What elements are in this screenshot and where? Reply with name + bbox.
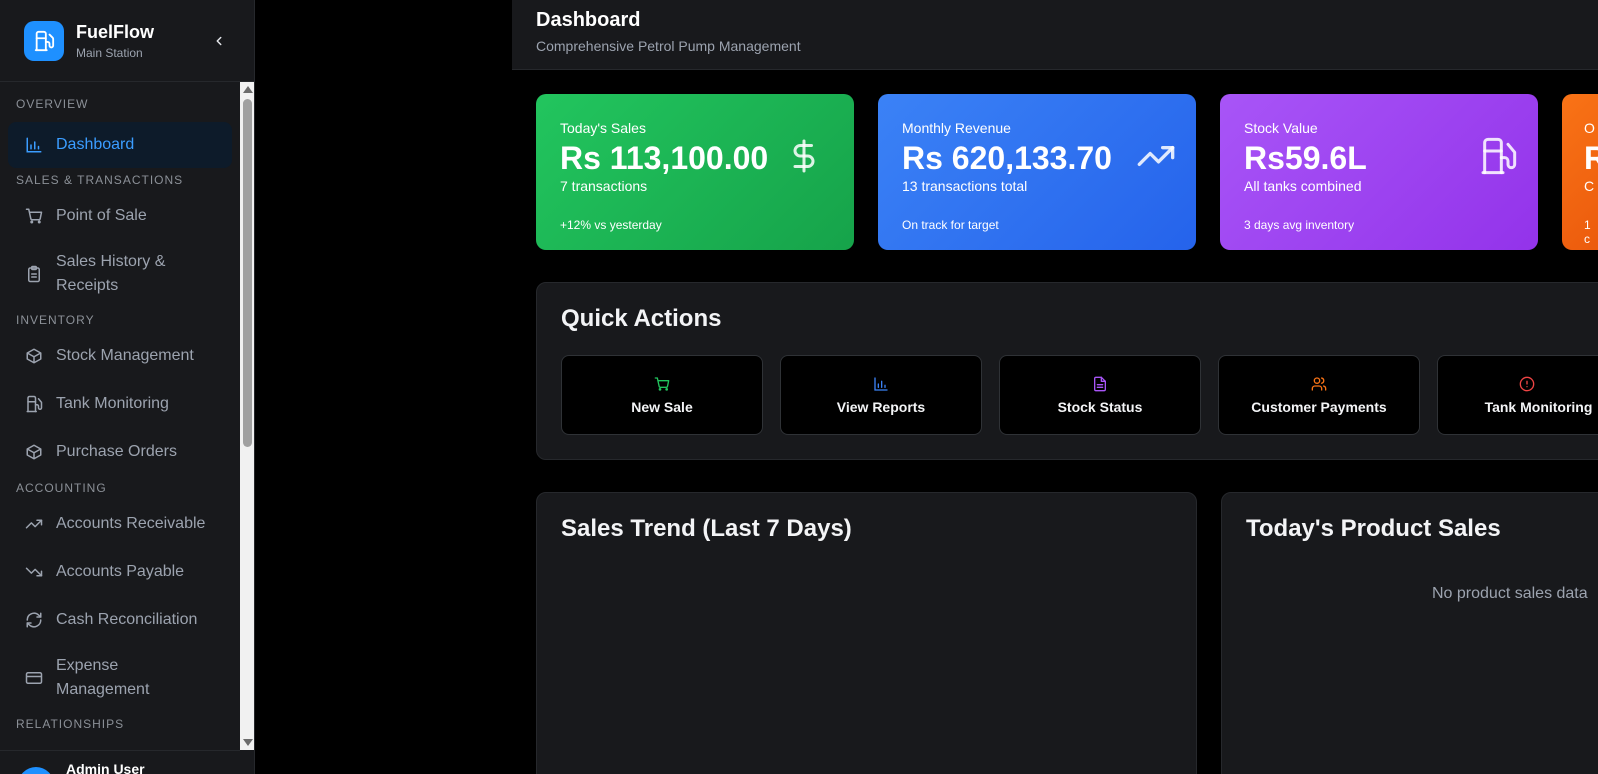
stat-title: Monthly Revenue	[902, 120, 1011, 136]
stat-card-todays-sales: Today's Sales Rs 113,100.00 7 transactio…	[536, 94, 854, 250]
scroll-up-arrow-icon[interactable]	[243, 86, 253, 93]
stat-title: Stock Value	[1244, 120, 1318, 136]
page-header: Dashboard Comprehensive Petrol Pump Mana…	[512, 0, 1598, 70]
sidebar-item-label: Tank Monitoring	[56, 395, 169, 412]
stat-card-partial: O R C 1 c	[1562, 94, 1598, 250]
sidebar: FuelFlow Main Station OVERVIEW Dashboard…	[0, 0, 255, 774]
cart-icon	[653, 375, 671, 393]
sales-trend-title: Sales Trend (Last 7 Days)	[561, 515, 852, 542]
sidebar-item-label: Accounts Payable	[56, 563, 185, 580]
quick-actions-title: Quick Actions	[561, 305, 722, 332]
quick-action-label: Stock Status	[1057, 399, 1143, 415]
users-icon	[1310, 375, 1328, 393]
station-name: Main Station	[76, 45, 143, 60]
section-sales: SALES & TRANSACTIONS	[16, 173, 184, 187]
fuel-pump-icon	[24, 20, 64, 61]
sidebar-item-label: Stock Management	[56, 347, 194, 364]
sidebar-item-label: Purchase Orders	[56, 443, 177, 460]
clipboard-icon	[24, 264, 44, 284]
sidebar-item-label: Expense Management	[56, 657, 150, 698]
fuel-pump-icon	[24, 394, 44, 414]
customer-payments-button[interactable]: Customer Payments	[1218, 355, 1420, 435]
stat-value: R	[1584, 140, 1598, 176]
view-reports-button[interactable]: View Reports	[780, 355, 982, 435]
stat-title: O	[1584, 120, 1595, 136]
alert-circle-icon	[1518, 375, 1536, 393]
cart-icon	[24, 206, 44, 226]
quick-action-label: New Sale	[631, 399, 693, 415]
section-relationships: RELATIONSHIPS	[16, 717, 125, 731]
stat-footer: 1 c	[1584, 218, 1591, 246]
stat-footer: 3 days avg inventory	[1244, 218, 1355, 232]
sidebar-item-purchase[interactable]: Purchase Orders	[8, 428, 232, 476]
stock-status-button[interactable]: Stock Status	[999, 355, 1201, 435]
stat-subtitle: C	[1584, 178, 1595, 194]
sidebar-item-stock[interactable]: Stock Management	[8, 332, 232, 380]
section-inventory: INVENTORY	[16, 313, 95, 327]
dollar-icon	[782, 134, 826, 178]
stat-footer: +12% vs yesterday	[560, 218, 662, 232]
new-sale-button[interactable]: New Sale	[561, 355, 763, 435]
page-title: Dashboard	[536, 9, 641, 31]
trending-up-icon	[1134, 134, 1178, 178]
empty-state-message: No product sales data	[1432, 585, 1588, 602]
document-icon	[1091, 375, 1109, 393]
user-profile[interactable]: Admin User	[0, 750, 240, 774]
bar-chart-icon	[872, 375, 890, 393]
page-subtitle: Comprehensive Petrol Pump Management	[536, 38, 801, 54]
sidebar-nav: OVERVIEW Dashboard SALES & TRANSACTIONS …	[0, 82, 240, 750]
sidebar-item-dashboard[interactable]: Dashboard	[8, 122, 232, 168]
section-overview: OVERVIEW	[16, 97, 89, 111]
sales-trend-panel: Sales Trend (Last 7 Days)	[536, 492, 1197, 774]
scroll-down-arrow-icon[interactable]	[243, 739, 253, 746]
collapse-sidebar-button[interactable]	[208, 30, 230, 52]
quick-action-label: Customer Payments	[1251, 399, 1387, 415]
stat-value: Rs59.6L	[1244, 140, 1367, 176]
stat-subtitle: 13 transactions total	[902, 178, 1028, 194]
sidebar-item-payable[interactable]: Accounts Payable	[8, 548, 232, 596]
scrollbar-thumb[interactable]	[243, 99, 252, 447]
credit-card-icon	[24, 668, 44, 688]
sidebar-item-label: Point of Sale	[56, 207, 147, 224]
product-sales-title: Today's Product Sales	[1246, 515, 1501, 542]
tank-monitoring-button[interactable]: Tank Monitoring	[1437, 355, 1598, 435]
chevron-left-icon	[216, 36, 222, 45]
stat-card-monthly-revenue: Monthly Revenue Rs 620,133.70 13 transac…	[878, 94, 1196, 250]
stat-footer: On track for target	[902, 218, 999, 232]
bar-chart-icon	[24, 135, 44, 155]
package-icon	[24, 346, 44, 366]
sidebar-item-expense[interactable]: Expense Management	[8, 644, 232, 712]
quick-action-label: Tank Monitoring	[1484, 399, 1593, 415]
section-accounting: ACCOUNTING	[16, 481, 107, 495]
sidebar-item-label: Dashboard	[56, 136, 135, 153]
avatar	[18, 767, 54, 774]
sidebar-item-label: Accounts Receivable	[56, 515, 206, 532]
stat-card-stock-value: Stock Value Rs59.6L All tanks combined 3…	[1220, 94, 1538, 250]
product-sales-panel: Today's Product Sales No product sales d…	[1221, 492, 1598, 774]
stat-subtitle: 7 transactions	[560, 178, 648, 194]
stat-value: Rs 620,133.70	[902, 140, 1112, 176]
brand-name: FuelFlow	[76, 21, 154, 42]
sidebar-item-cash[interactable]: Cash Reconciliation	[8, 596, 232, 644]
sidebar-scrollbar[interactable]	[240, 82, 254, 750]
quick-action-label: View Reports	[836, 399, 926, 415]
refresh-icon	[24, 610, 44, 630]
package-icon	[24, 442, 44, 462]
sidebar-item-receivable[interactable]: Accounts Receivable	[8, 500, 232, 548]
sidebar-item-tank[interactable]: Tank Monitoring	[8, 380, 232, 428]
brand-header: FuelFlow Main Station	[0, 0, 254, 82]
trending-down-icon	[24, 562, 44, 582]
sidebar-item-label: Cash Reconciliation	[56, 611, 198, 628]
quick-actions-panel: Quick Actions New Sale View Reports Stoc…	[536, 282, 1598, 460]
sidebar-item-pos[interactable]: Point of Sale	[8, 192, 232, 240]
sidebar-item-sales-history[interactable]: Sales History & Receipts	[8, 240, 232, 308]
fuel-pump-icon	[1476, 134, 1520, 178]
user-name: Admin User	[66, 761, 145, 774]
trending-up-icon	[24, 514, 44, 534]
sidebar-item-label: Sales History & Receipts	[56, 253, 166, 294]
stat-subtitle: All tanks combined	[1244, 178, 1362, 194]
